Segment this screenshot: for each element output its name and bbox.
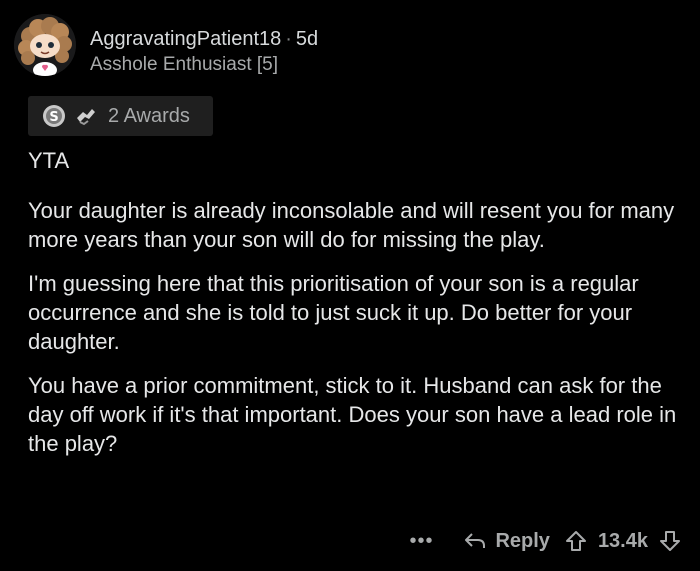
comment-paragraph: I'm guessing here that this prioritisati… xyxy=(28,271,639,354)
vote-controls: 13.4k xyxy=(564,529,682,553)
wholesome-award-icon xyxy=(74,104,98,128)
comment-verdict: YTA xyxy=(28,148,70,173)
separator: · xyxy=(285,28,292,50)
reply-label: Reply xyxy=(495,529,550,552)
user-avatar[interactable] xyxy=(14,14,76,76)
reply-button[interactable]: Reply xyxy=(463,529,550,553)
comment-actions: ••• Reply 13.4k xyxy=(409,526,682,556)
comment-header: AggravatingPatient18 · 5d Asshole Enthusia… xyxy=(14,14,686,80)
comment-paragraph: Your daughter is already inconsolable an… xyxy=(28,198,675,252)
downvote-arrow-icon[interactable] xyxy=(658,529,682,553)
more-options-button[interactable]: ••• xyxy=(409,530,433,553)
username[interactable]: AggravatingPatient18 xyxy=(90,28,281,50)
silver-award-icon: S xyxy=(42,104,66,128)
svg-text:S: S xyxy=(49,110,58,125)
user-flair: Asshole Enthusiast [5] xyxy=(90,54,278,75)
comment-paragraph: You have a prior commitment, stick to it… xyxy=(28,373,677,456)
snoo-avatar-icon xyxy=(14,14,76,76)
username-line: AggravatingPatient18 · 5d xyxy=(90,28,318,51)
upvote-arrow-icon[interactable] xyxy=(564,529,588,553)
reply-arrow-icon xyxy=(463,529,487,553)
awards-bar[interactable]: S 2 Awards xyxy=(28,96,213,136)
vote-score: 13.4k xyxy=(597,529,648,552)
comment-age: 5d xyxy=(295,28,319,50)
comment-body: YTA Your daughter is already inconsolabl… xyxy=(28,146,678,473)
awards-count: 2 Awards xyxy=(108,104,190,127)
